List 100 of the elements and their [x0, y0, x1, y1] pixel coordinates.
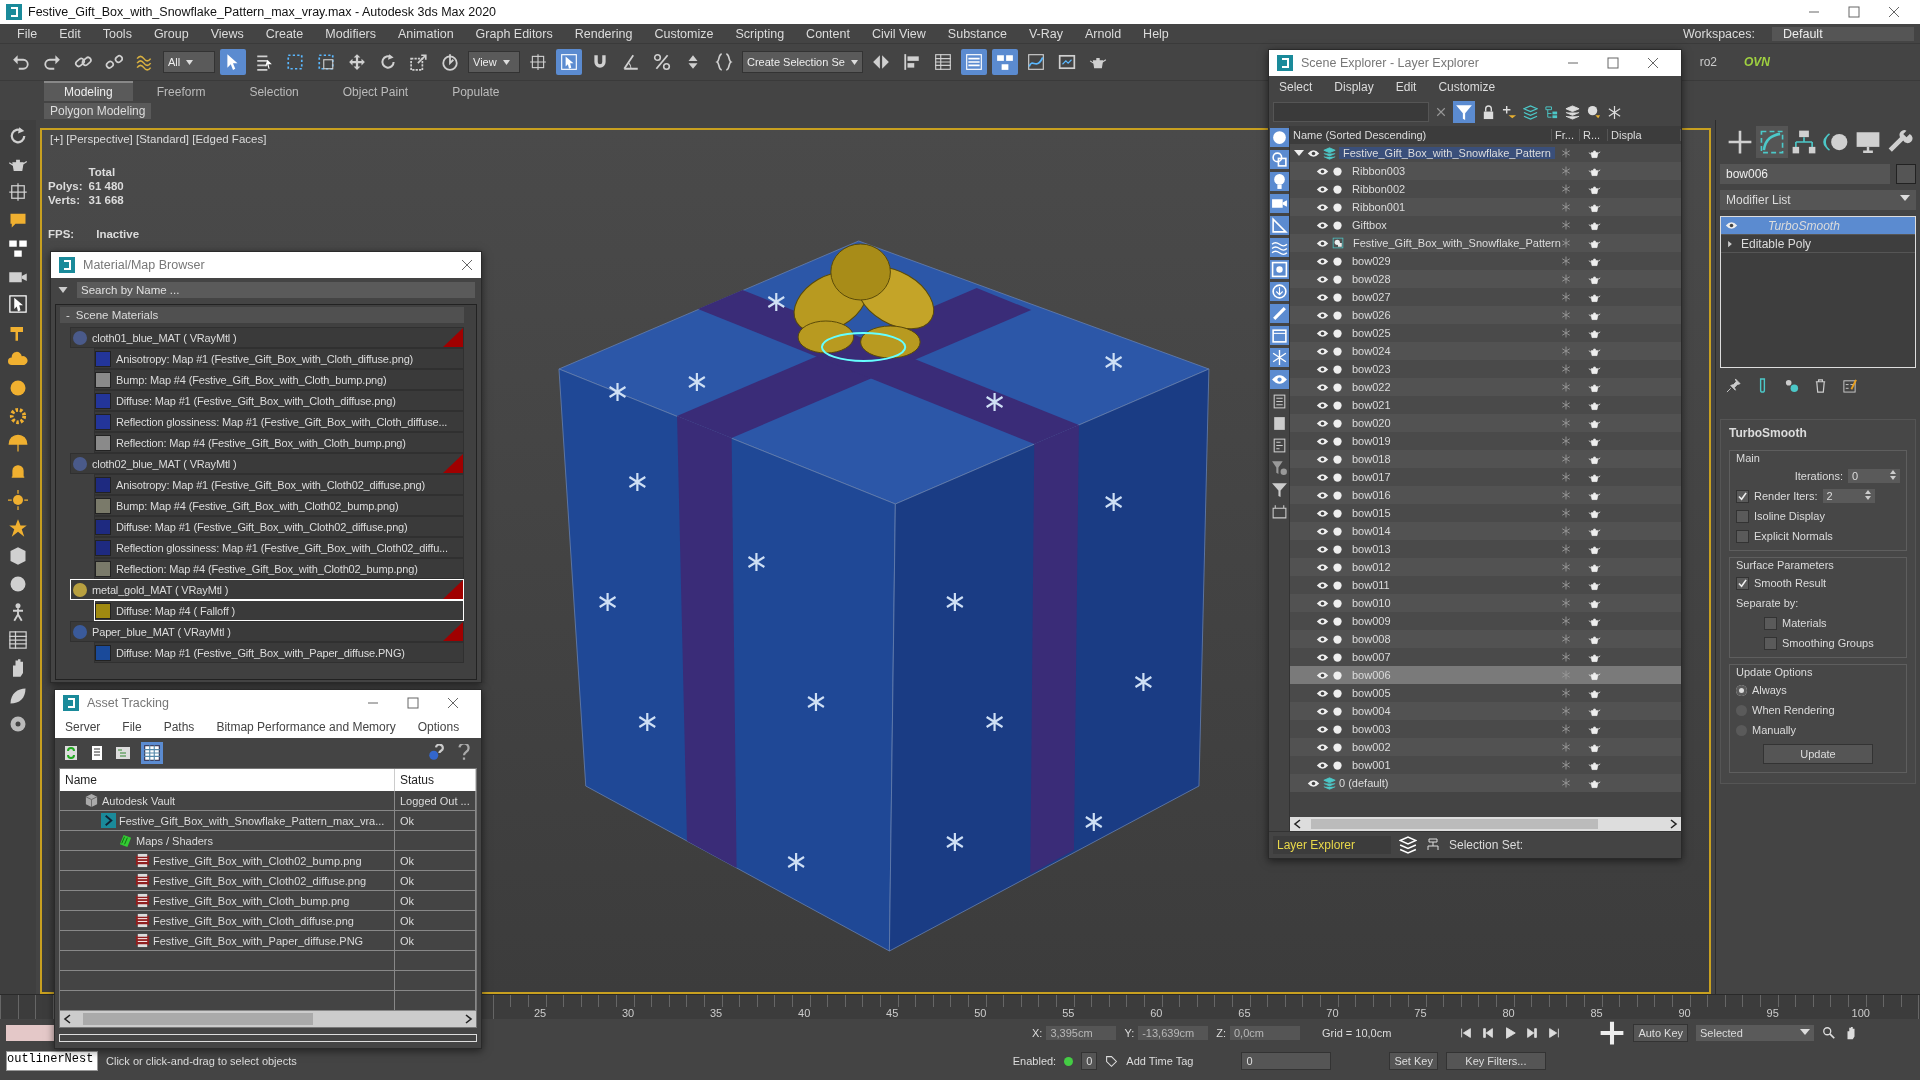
map-row[interactable]: Reflection: Map #4 (Festive_Gift_Box_with_Cloth02_bump.png) — [94, 558, 464, 579]
column-header[interactable]: Name — [60, 769, 395, 791]
scene-object-row[interactable]: bow007 — [1290, 648, 1681, 666]
scene-object-row[interactable]: bow004 — [1290, 702, 1681, 720]
asset-name[interactable]: Festive_Gift_Box_with_Snowflake_Pattern_max_vra... — [119, 814, 385, 827]
material-row[interactable]: metal_gold_MAT ( VRayMtl ) — [70, 579, 464, 600]
menu-item[interactable]: Paths — [163, 720, 195, 734]
layer-name[interactable]: 0 (default) — [1339, 777, 1389, 789]
key-filters-button[interactable]: Key Filters... — [1445, 1052, 1546, 1070]
map-row[interactable]: Anisotropy: Map #1 (Festive_Gift_Box_with_Cloth02_diffuse.png) — [94, 474, 464, 495]
scene-object-row[interactable]: bow013 — [1290, 540, 1681, 558]
asset-name[interactable]: Autodesk Vault — [102, 794, 176, 807]
scene-object-row[interactable]: bow020 — [1290, 414, 1681, 432]
set-key-button[interactable]: Set Key — [1389, 1052, 1438, 1070]
explorer-mode-dropdown[interactable]: Layer Explorer — [1273, 836, 1391, 854]
scene-object-row[interactable]: bow021 — [1290, 396, 1681, 414]
material-row[interactable]: cloth01_blue_MAT ( VRayMtl ) — [70, 327, 464, 348]
scene-object-row[interactable]: bow015 — [1290, 504, 1681, 522]
scene-object-row[interactable]: bow017 — [1290, 468, 1681, 486]
menu-item[interactable]: Help — [1132, 26, 1180, 41]
menu-item[interactable]: Arnold — [1073, 26, 1133, 41]
ribbon-tab[interactable]: Modeling — [44, 81, 133, 101]
coord-field[interactable]: 0,0cm — [1230, 1026, 1300, 1040]
modifier-list-dropdown[interactable]: Modifier List — [1720, 190, 1916, 210]
scene-object-row[interactable]: bow027 — [1290, 288, 1681, 306]
scene-object-row[interactable]: bow005 — [1290, 684, 1681, 702]
menu-item[interactable]: File — [6, 26, 49, 41]
menu-item[interactable]: Civil View — [860, 26, 937, 41]
column-header[interactable]: Fr... — [1552, 129, 1580, 141]
frame-field[interactable]: 0 — [1241, 1052, 1332, 1070]
material-row[interactable]: cloth02_blue_MAT ( VRayMtl ) — [70, 453, 464, 474]
menu-item[interactable]: Edit — [1395, 80, 1417, 94]
asset-name[interactable]: Festive_Gift_Box_with_Cloth_bump.png — [153, 894, 350, 907]
ribbon-tab[interactable]: Object Paint — [322, 83, 429, 101]
scene-object-row[interactable]: Festive_Gift_Box_with_Snowflake_Pattern — [1290, 234, 1681, 252]
menu-item[interactable]: Customize — [643, 26, 725, 41]
scene-object-row[interactable]: bow026 — [1290, 306, 1681, 324]
ribbon-tab[interactable]: Populate — [432, 83, 520, 101]
update-button[interactable]: Update — [1763, 744, 1873, 764]
workspace-dropdown[interactable]: Default — [1772, 26, 1914, 41]
column-header[interactable]: Name (Sorted Descending) — [1290, 129, 1552, 141]
asset-name[interactable]: Festive_Gift_Box_with_Cloth02_diffuse.png — [153, 874, 367, 887]
column-header[interactable]: Displa — [1608, 129, 1681, 141]
map-row[interactable]: Reflection glossiness: Map #1 (Festive_Gift_Box_with_Cloth02_diffu... — [94, 537, 464, 558]
scene-object-row[interactable]: bow024 — [1290, 342, 1681, 360]
material-row[interactable]: Paper_blue_MAT ( VRayMtl ) — [70, 621, 464, 642]
map-row[interactable]: Diffuse: Map #1 (Festive_Gift_Box_with_Cloth02_diffuse.png) — [94, 516, 464, 537]
scene-object-row[interactable]: bow011 — [1290, 576, 1681, 594]
menu-item[interactable]: Edit — [48, 26, 92, 41]
scene-object-row[interactable]: bow019 — [1290, 432, 1681, 450]
enabled-value-field[interactable]: 0 — [1081, 1052, 1098, 1070]
scene-object-row[interactable]: bow012 — [1290, 558, 1681, 576]
menu-item[interactable]: Animation — [387, 26, 465, 41]
coord-field[interactable]: -13,639cm — [1138, 1026, 1209, 1040]
menu-item[interactable]: V-Ray — [1017, 26, 1074, 41]
menu-item[interactable]: Substance — [936, 26, 1018, 41]
map-row[interactable]: Anisotropy: Map #1 (Festive_Gift_Box_with_Cloth_diffuse.png) — [94, 348, 464, 369]
menu-item[interactable]: Tools — [91, 26, 143, 41]
menu-item[interactable]: Content — [795, 26, 861, 41]
menu-item[interactable]: File — [122, 720, 142, 734]
menu-item[interactable]: Customize — [1438, 80, 1496, 94]
scene-object-row[interactable]: bow010 — [1290, 594, 1681, 612]
asset-name[interactable]: Festive_Gift_Box_with_Paper_diffuse.PNG — [153, 934, 364, 947]
ribbon-panel-label[interactable]: Polygon Modeling — [44, 102, 152, 119]
menu-item[interactable]: Bitmap Performance and Memory — [216, 720, 396, 734]
toolbar-dropdown[interactable]: View — [468, 51, 520, 73]
ribbon-tab[interactable]: Selection — [229, 83, 319, 101]
asset-name[interactable]: Festive_Gift_Box_with_Cloth_diffuse.png — [153, 914, 354, 927]
scene-object-row[interactable]: Ribbon002 — [1290, 180, 1681, 198]
group-header[interactable]: - Scene Materials — [60, 307, 464, 323]
menu-item[interactable]: Server — [65, 720, 101, 734]
scene-object-row[interactable]: bow003 — [1290, 720, 1681, 738]
map-row[interactable]: Bump: Map #4 (Festive_Gift_Box_with_Cloth_bump.png) — [94, 369, 464, 390]
menu-item[interactable]: Modifiers — [314, 26, 387, 41]
map-row[interactable]: Diffuse: Map #4 ( Falloff ) — [94, 600, 464, 621]
column-header[interactable]: R... — [1580, 129, 1608, 141]
scene-object-row[interactable]: bow025 — [1290, 324, 1681, 342]
rollout-title[interactable]: TurboSmooth — [1729, 426, 1807, 440]
toolbar-dropdown[interactable]: Create Selection Se — [742, 51, 863, 73]
spinner-field[interactable]: 2 — [1822, 489, 1875, 503]
map-row[interactable]: Reflection glossiness: Map #1 (Festive_Gift_Box_with_Cloth_diffuse... — [94, 411, 464, 432]
coord-field[interactable]: 3,395cm — [1046, 1026, 1117, 1040]
asset-name[interactable]: Maps / Shaders — [136, 834, 214, 847]
key-mode-dropdown[interactable]: Selected — [1696, 1025, 1814, 1041]
layer-name[interactable]: Festive_Gift_Box_with_Snowflake_Pattern — [1339, 147, 1555, 159]
scene-object-row[interactable]: bow022 — [1290, 378, 1681, 396]
scene-object-row[interactable]: bow002 — [1290, 738, 1681, 756]
scene-object-row[interactable]: bow016 — [1290, 486, 1681, 504]
scene-object-row[interactable]: bow001 — [1290, 756, 1681, 774]
ribbon-tab[interactable]: Freeform — [136, 83, 226, 101]
viewport-label[interactable]: [+] [Perspective] [Standard] [Edged Faces] — [50, 133, 267, 145]
scene-object-row[interactable]: bow023 — [1290, 360, 1681, 378]
menu-item[interactable]: Scripting — [724, 26, 796, 41]
menu-item[interactable]: Display — [1334, 80, 1374, 94]
command-input-field[interactable]: outlinerNest — [6, 1051, 98, 1071]
menu-item[interactable]: Rendering — [563, 26, 644, 41]
asset-name[interactable]: Festive_Gift_Box_with_Cloth02_bump.png — [153, 854, 362, 867]
scene-object-row[interactable]: bow008 — [1290, 630, 1681, 648]
scene-object-row[interactable]: bow029 — [1290, 252, 1681, 270]
map-row[interactable]: Bump: Map #4 (Festive_Gift_Box_with_Cloth02_bump.png) — [94, 495, 464, 516]
